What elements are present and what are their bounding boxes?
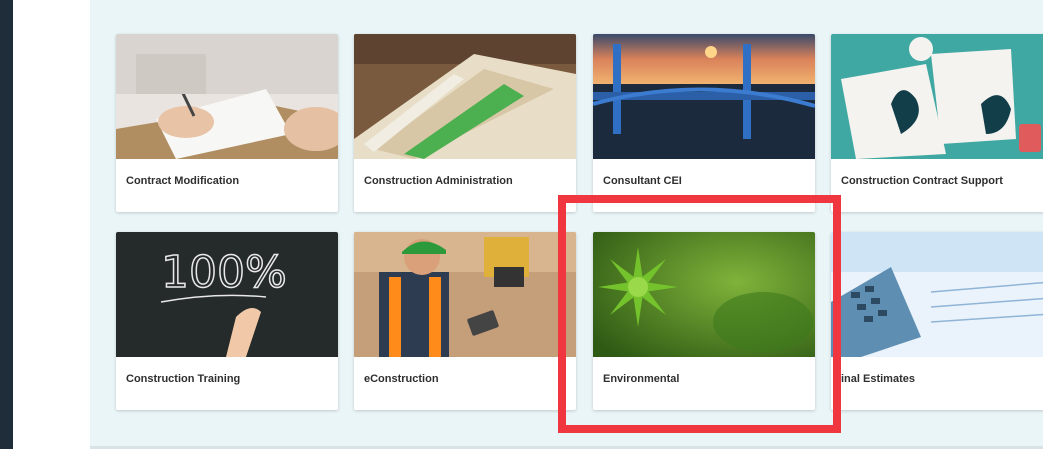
left-sidebar-edge [0, 0, 13, 449]
tile-label: Consultant CEI [603, 175, 682, 187]
tile-label: Construction Training [126, 373, 241, 385]
tile-construction-administration[interactable]: Construction Administration [354, 34, 576, 212]
green-plant-image [593, 232, 815, 357]
chalkboard-image: 100% [116, 232, 338, 357]
tile-contract-modification[interactable]: Contract Modification [116, 34, 338, 212]
worker-with-tablet-image [354, 232, 576, 357]
tile-label: eConstruction [364, 373, 439, 385]
tile-label: Environmental [603, 373, 680, 385]
tile-environmental[interactable]: Environmental [593, 232, 815, 410]
hand-signing-document-image [116, 34, 338, 159]
tile-final-estimates[interactable]: inal Estimates [831, 232, 1043, 410]
tile-label: Construction Administration [364, 175, 513, 187]
chalkboard-text: 100% [161, 247, 287, 298]
contract-signing-illustration-image [831, 34, 1043, 159]
tile-consultant-cei[interactable]: Consultant CEI [593, 34, 815, 212]
tile-construction-training[interactable]: 100% Construction Training [116, 232, 338, 410]
tile-label: Contract Modification [126, 175, 240, 187]
tile-econstruction[interactable]: eConstruction [354, 232, 576, 410]
calculator-image [831, 232, 1043, 357]
file-folders-image [354, 34, 576, 159]
tile-construction-contract-support[interactable]: Construction Contract Support [831, 34, 1043, 212]
bridge-sunset-image [593, 34, 815, 159]
tile-label: Construction Contract Support [841, 175, 1003, 187]
tile-label: inal Estimates [841, 373, 915, 385]
